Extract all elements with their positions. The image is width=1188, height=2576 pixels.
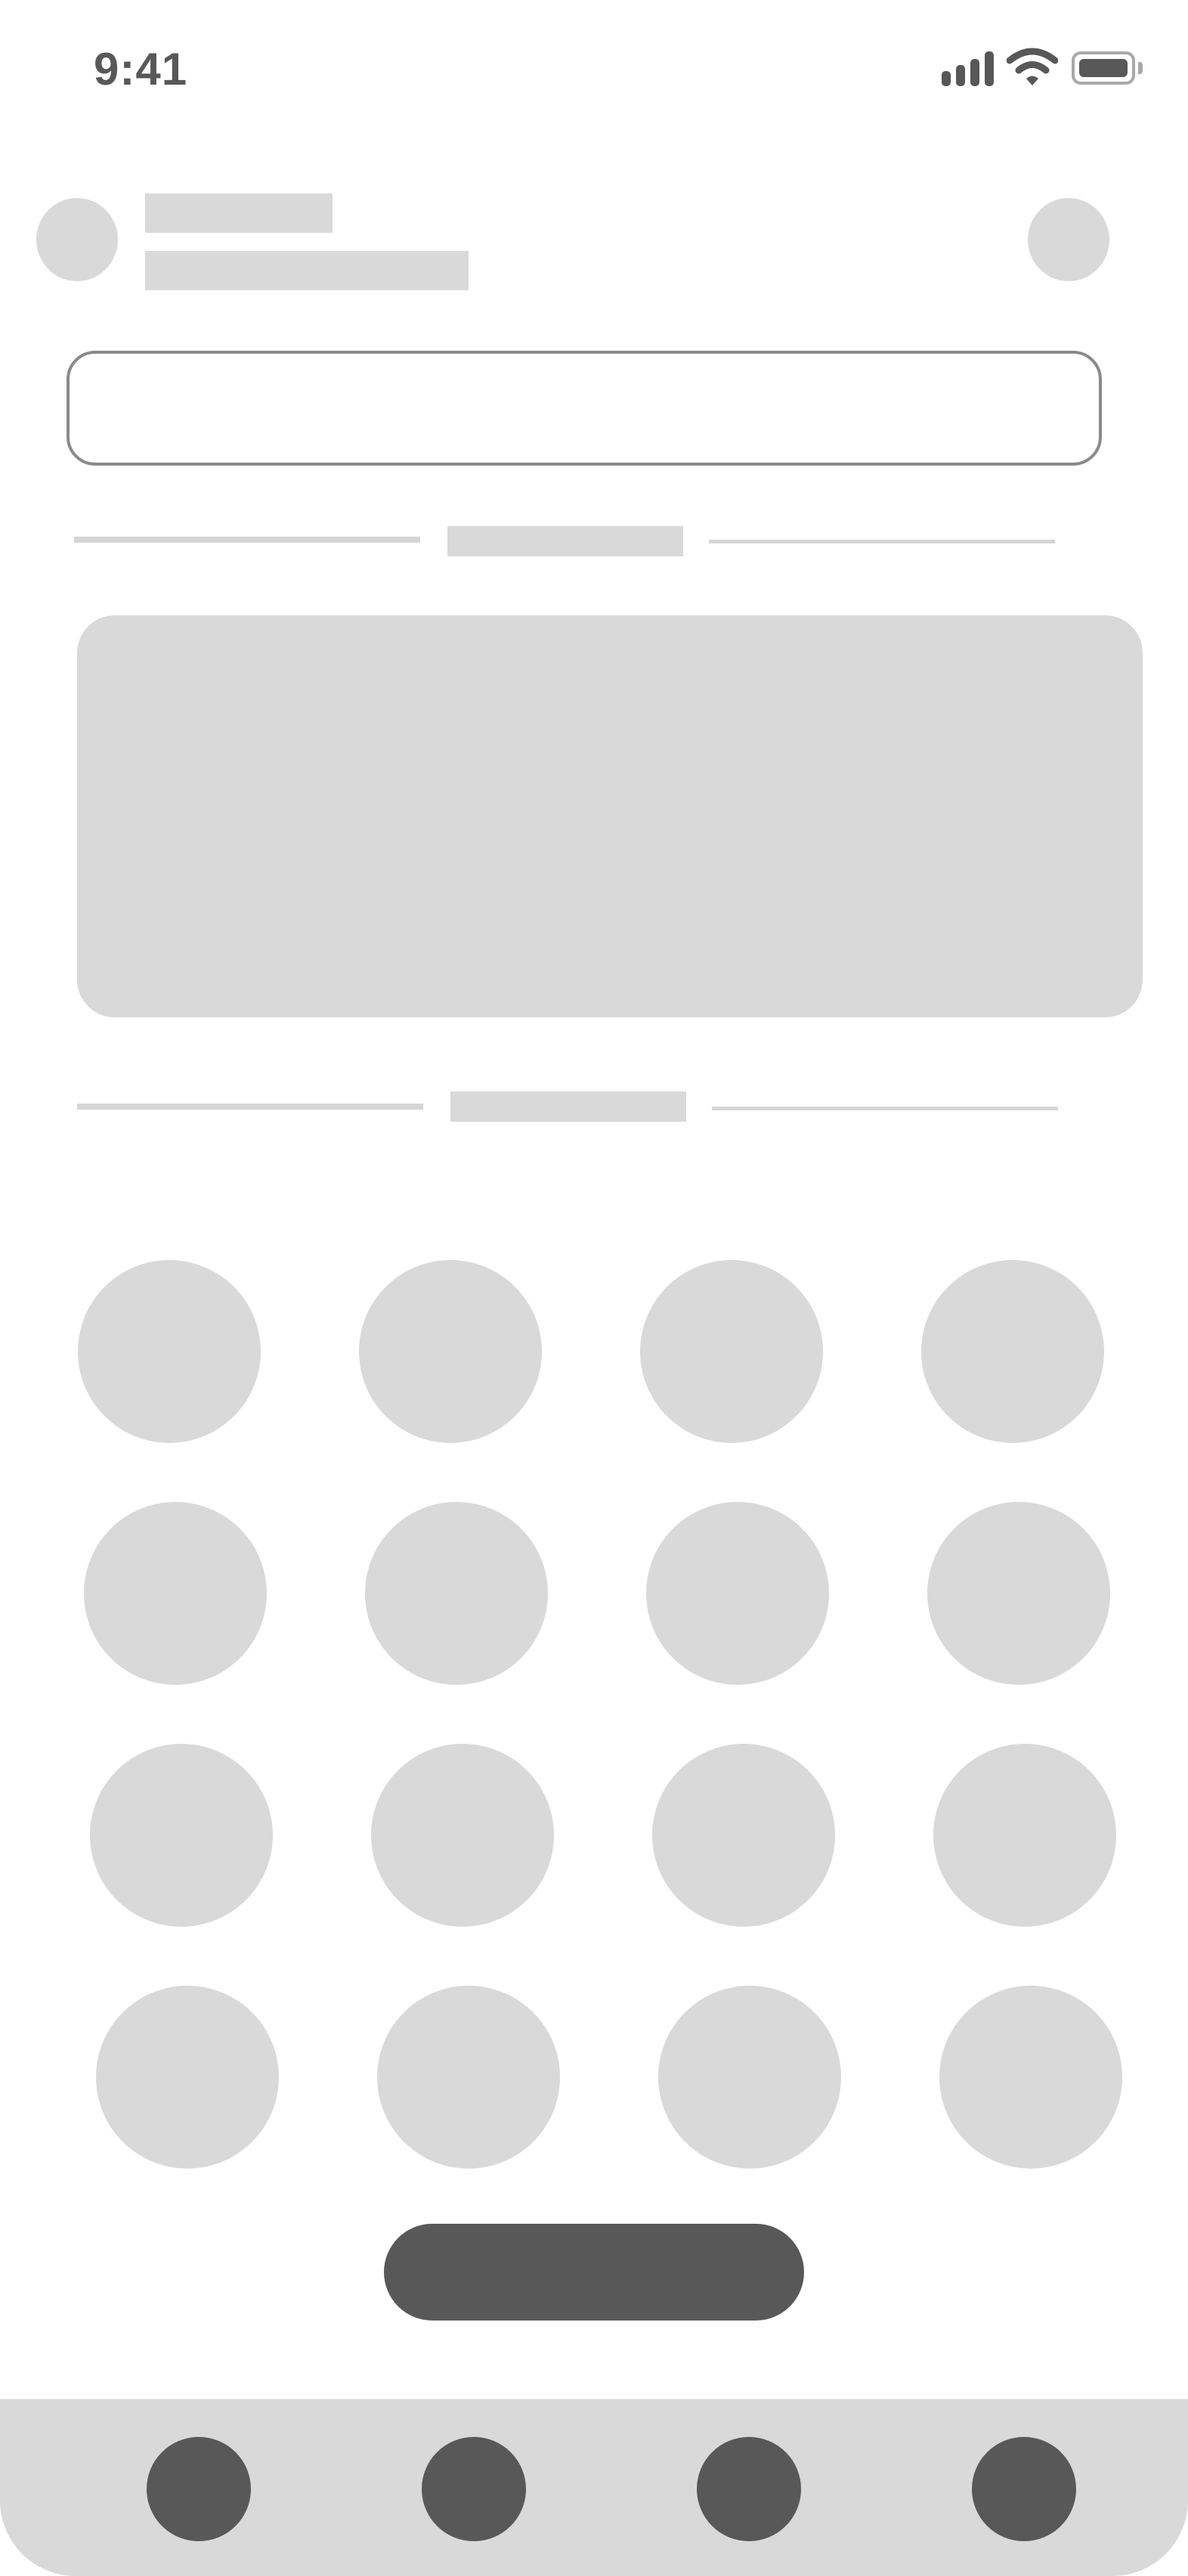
tab-bar-item-3[interactable] [697, 2437, 801, 2541]
grid-item-11[interactable] [652, 1744, 835, 1927]
section-heading-placeholder [447, 526, 683, 556]
grid-item-13[interactable] [96, 1986, 279, 2169]
grid-item-1[interactable] [78, 1260, 261, 1443]
search-field[interactable] [67, 351, 1102, 466]
grid-item-12[interactable] [933, 1744, 1116, 1927]
header-title-placeholder [145, 194, 333, 233]
grid-item-2[interactable] [359, 1260, 542, 1443]
primary-action-button[interactable] [384, 2224, 804, 2321]
grid-item-9[interactable] [90, 1744, 273, 1927]
grid-item-14[interactable] [377, 1986, 560, 2169]
divider-left [74, 537, 420, 543]
section-heading-placeholder [450, 1091, 686, 1122]
profile-button[interactable] [1028, 198, 1109, 281]
grid-item-6[interactable] [365, 1502, 548, 1685]
banner-card[interactable] [77, 615, 1143, 1017]
tab-bar-item-4[interactable] [972, 2437, 1076, 2541]
header-subtitle-placeholder [145, 251, 469, 290]
divider-right [709, 540, 1055, 543]
avatar[interactable] [36, 198, 118, 281]
battery-icon [1072, 51, 1135, 85]
grid-item-15[interactable] [658, 1986, 841, 2169]
bottom-navigation-bar [0, 2399, 1188, 2576]
battery-level [1079, 59, 1128, 77]
grid-item-4[interactable] [921, 1260, 1104, 1443]
divider-right [712, 1107, 1058, 1110]
grid-item-16[interactable] [939, 1986, 1122, 2169]
tab-bar-item-1[interactable] [147, 2437, 251, 2541]
grid-item-3[interactable] [640, 1260, 823, 1443]
cellular-signal-icon [942, 50, 996, 88]
battery-cap [1138, 62, 1143, 74]
grid-item-7[interactable] [646, 1502, 829, 1685]
status-time: 9:41 [94, 44, 188, 94]
grid-item-8[interactable] [927, 1502, 1110, 1685]
grid-item-10[interactable] [371, 1744, 554, 1927]
grid-item-5[interactable] [84, 1502, 267, 1685]
divider-left [77, 1104, 423, 1110]
wifi-icon [1006, 47, 1059, 88]
tab-bar-item-2[interactable] [422, 2437, 526, 2541]
